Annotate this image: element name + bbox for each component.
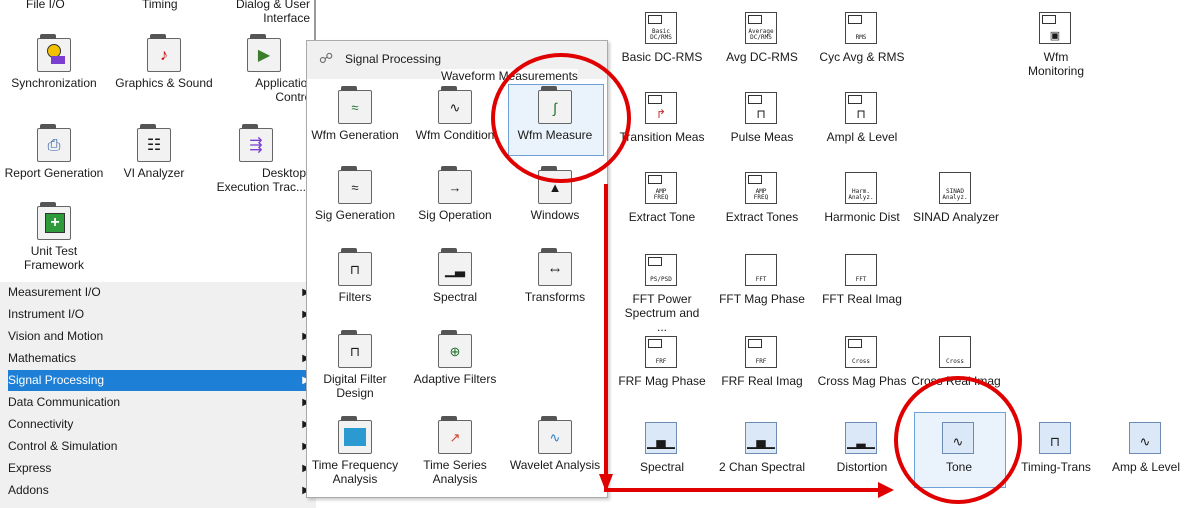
- annotation-arrow-head-right: [878, 482, 894, 498]
- annotation-arrow-line: [604, 184, 882, 492]
- annotation-circle-wfm-measure: [491, 53, 631, 183]
- annotation-circle-tone: [894, 376, 1022, 504]
- annotation-overlay: [491, 53, 1022, 504]
